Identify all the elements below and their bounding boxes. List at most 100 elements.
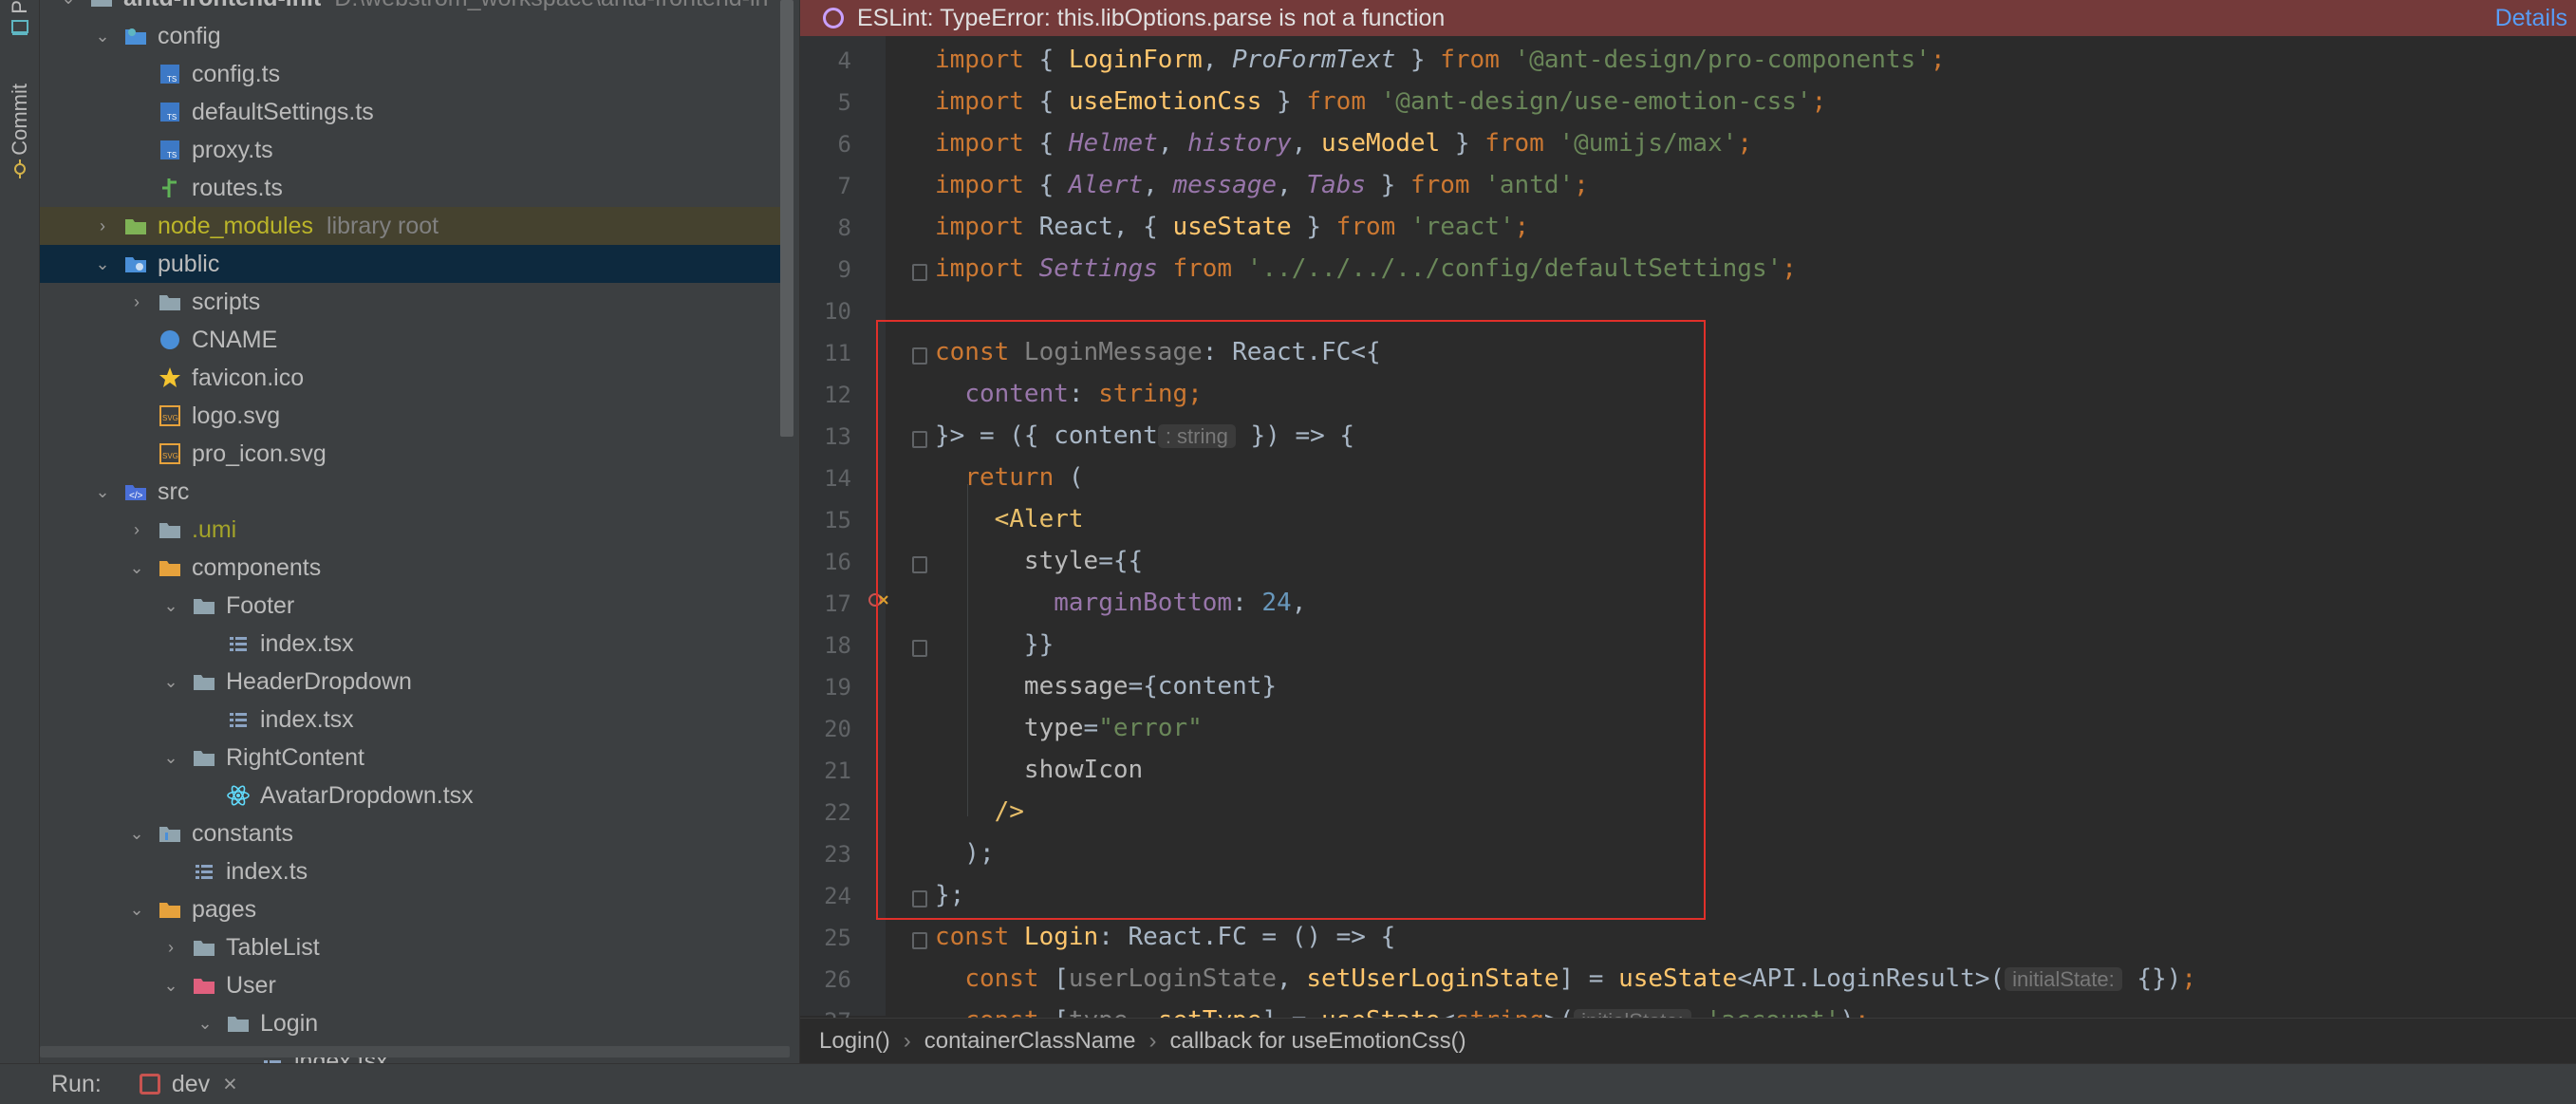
tree-item[interactable]: ⌄ config — [40, 17, 780, 55]
chevron-down-icon[interactable]: ⌄ — [161, 672, 180, 691]
tree-item[interactable]: ›TSdefaultSettings.ts — [40, 93, 780, 131]
code-line[interactable]: import React, { useState } from 'react'; — [935, 213, 1529, 241]
code-token: '@ant-design/use-emotion-css' — [1380, 87, 1812, 116]
run-tab-label: dev — [171, 1070, 211, 1097]
project-tool-tab[interactable]: P — [4, 0, 36, 37]
tree-item[interactable]: ⌄ pages — [40, 890, 780, 928]
tree-item[interactable]: › .umi — [40, 511, 780, 549]
chevron-right-icon[interactable]: › — [127, 520, 146, 539]
chevron-down-icon[interactable]: ⌄ — [93, 254, 112, 273]
tree-item[interactable]: ⌄ Footer — [40, 587, 780, 625]
breadcrumb-item[interactable]: Login() — [819, 1028, 890, 1055]
breadcrumb-item[interactable]: callback for useEmotionCss() — [1169, 1028, 1465, 1055]
chevron-down-icon[interactable]: ⌄ — [161, 748, 180, 767]
fold-marker-icon[interactable] — [912, 890, 927, 908]
ts-file-icon: TS — [158, 138, 182, 162]
line-number: 26 — [824, 966, 851, 993]
code-token: from — [1484, 129, 1559, 158]
code-line[interactable]: import { Helmet, history, useModel } fro… — [935, 129, 1752, 158]
fold-marker-icon[interactable] — [912, 347, 927, 365]
chevron-down-icon[interactable]: ⌄ — [161, 596, 180, 615]
code-line[interactable]: const Login: React.FC = () => { — [935, 923, 1395, 951]
line-number: 12 — [824, 382, 851, 408]
ts-file-icon: TS — [158, 100, 182, 124]
code-token: } — [1366, 171, 1410, 199]
tree-item[interactable]: ›index.ts — [40, 852, 780, 890]
folder-icon — [158, 290, 182, 314]
tree-item[interactable]: ›favicon.ico — [40, 359, 780, 397]
tree-item[interactable]: ›CNAME — [40, 321, 780, 359]
run-label: Run: — [51, 1070, 102, 1097]
fold-marker-icon[interactable] — [912, 556, 927, 573]
tree-item[interactable]: › TableList — [40, 928, 780, 966]
tree-item-label: Login — [260, 1009, 319, 1037]
code-editor[interactable]: ESLint: TypeError: this.libOptions.parse… — [799, 0, 2576, 1063]
tree-item[interactable]: ›AvatarDropdown.tsx — [40, 777, 780, 814]
chevron-right-icon[interactable]: › — [127, 292, 146, 311]
code-token: ; — [1574, 171, 1589, 199]
tree-item[interactable]: ›SVGlogo.svg — [40, 397, 780, 435]
fold-marker-icon[interactable] — [912, 640, 927, 657]
tree-item[interactable]: ⌄ antd-frontend-init D:\webstrom_workspace… — [40, 0, 780, 17]
tree-item[interactable]: ›index.tsx — [40, 701, 780, 739]
chevron-down-icon[interactable]: ⌄ — [59, 0, 78, 8]
line-number: 5 — [837, 89, 851, 116]
tree-item[interactable]: ⌄ RightContent — [40, 739, 780, 777]
tree-item[interactable]: ⌄ User — [40, 966, 780, 1004]
code-line[interactable]: const [userLoginState, setUserLoginState… — [935, 964, 2196, 993]
chevron-down-icon[interactable]: ⌄ — [161, 976, 180, 995]
eslint-icon — [823, 8, 844, 28]
tree-item[interactable]: ›index.tsx — [40, 625, 780, 663]
fold-marker-icon[interactable] — [912, 932, 927, 949]
chevron-down-icon[interactable]: ⌄ — [127, 558, 146, 577]
code-token: Tabs — [1306, 171, 1366, 199]
details-link[interactable]: Details — [2495, 5, 2567, 32]
chevron-down-icon[interactable]: ⌄ — [127, 900, 146, 919]
code-line[interactable]: import Settings from '../../../../config… — [935, 254, 1797, 283]
tree-item-label: index.tsx — [260, 705, 354, 733]
tree-item-label: HeaderDropdown — [226, 667, 412, 695]
tree-item[interactable]: ⌄ public — [40, 245, 780, 283]
commit-tool-tab[interactable]: Commit — [4, 84, 36, 178]
tree-item[interactable]: ⌄ constants — [40, 814, 780, 852]
tree-item[interactable]: ⌄ HeaderDropdown — [40, 663, 780, 701]
tree-item[interactable]: › scripts — [40, 283, 780, 321]
tree-item[interactable]: ⌄ components — [40, 549, 780, 587]
tree-item-label: User — [226, 971, 276, 999]
fold-marker-icon[interactable] — [912, 264, 927, 281]
code-token: <API.LoginResult>( — [1737, 964, 2006, 993]
run-tab-dev[interactable]: dev × — [139, 1070, 237, 1098]
tree-item[interactable]: ›TSconfig.ts — [40, 55, 780, 93]
line-number: 21 — [824, 758, 851, 784]
vertical-scrollbar[interactable] — [780, 0, 793, 437]
tree-item[interactable]: ⌄ </> src — [40, 473, 780, 511]
close-icon[interactable]: × — [223, 1071, 237, 1098]
chevron-down-icon[interactable]: ⌄ — [127, 824, 146, 843]
breadcrumb-item[interactable]: containerClassName — [924, 1028, 1136, 1055]
chevron-down-icon[interactable]: ⌄ — [93, 27, 112, 46]
folder-icon — [226, 1011, 251, 1036]
chevron-down-icon[interactable]: ⌄ — [93, 482, 112, 501]
project-tree-panel[interactable]: ⌄ antd-frontend-init D:\webstrom_workspace… — [40, 0, 799, 1063]
tree-item[interactable]: ›SVGpro_icon.svg — [40, 435, 780, 473]
chevron-down-icon[interactable]: ⌄ — [196, 1014, 215, 1033]
code-token: ; — [1514, 213, 1530, 241]
line-number: 7 — [837, 173, 851, 199]
code-token: '@ant-design/pro-components' — [1514, 46, 1931, 74]
code-token: '@umijs/max' — [1559, 129, 1738, 158]
chevron-right-icon[interactable]: › — [93, 216, 112, 235]
horizontal-scrollbar[interactable] — [40, 1046, 790, 1057]
chevron-right-icon[interactable]: › — [161, 938, 180, 957]
code-line[interactable]: import { useEmotionCss } from '@ant-desi… — [935, 87, 1826, 116]
code-line[interactable]: import { LoginForm, ProFormText } from '… — [935, 46, 1945, 74]
tree-item[interactable]: ›routes.ts — [40, 169, 780, 207]
tree-item[interactable]: › node_modules library root — [40, 207, 780, 245]
tree-item-label: pro_icon.svg — [192, 440, 327, 467]
code-line[interactable]: import { Alert, message, Tabs } from 'an… — [935, 171, 1589, 199]
tree-item[interactable]: ⌄ Login — [40, 1004, 780, 1042]
ts-file-icon: TS — [158, 62, 182, 86]
code-token: useState — [1172, 213, 1292, 241]
fold-marker-icon[interactable] — [912, 431, 927, 448]
tree-item[interactable]: ›TSproxy.ts — [40, 131, 780, 169]
code-token: { — [1038, 129, 1069, 158]
